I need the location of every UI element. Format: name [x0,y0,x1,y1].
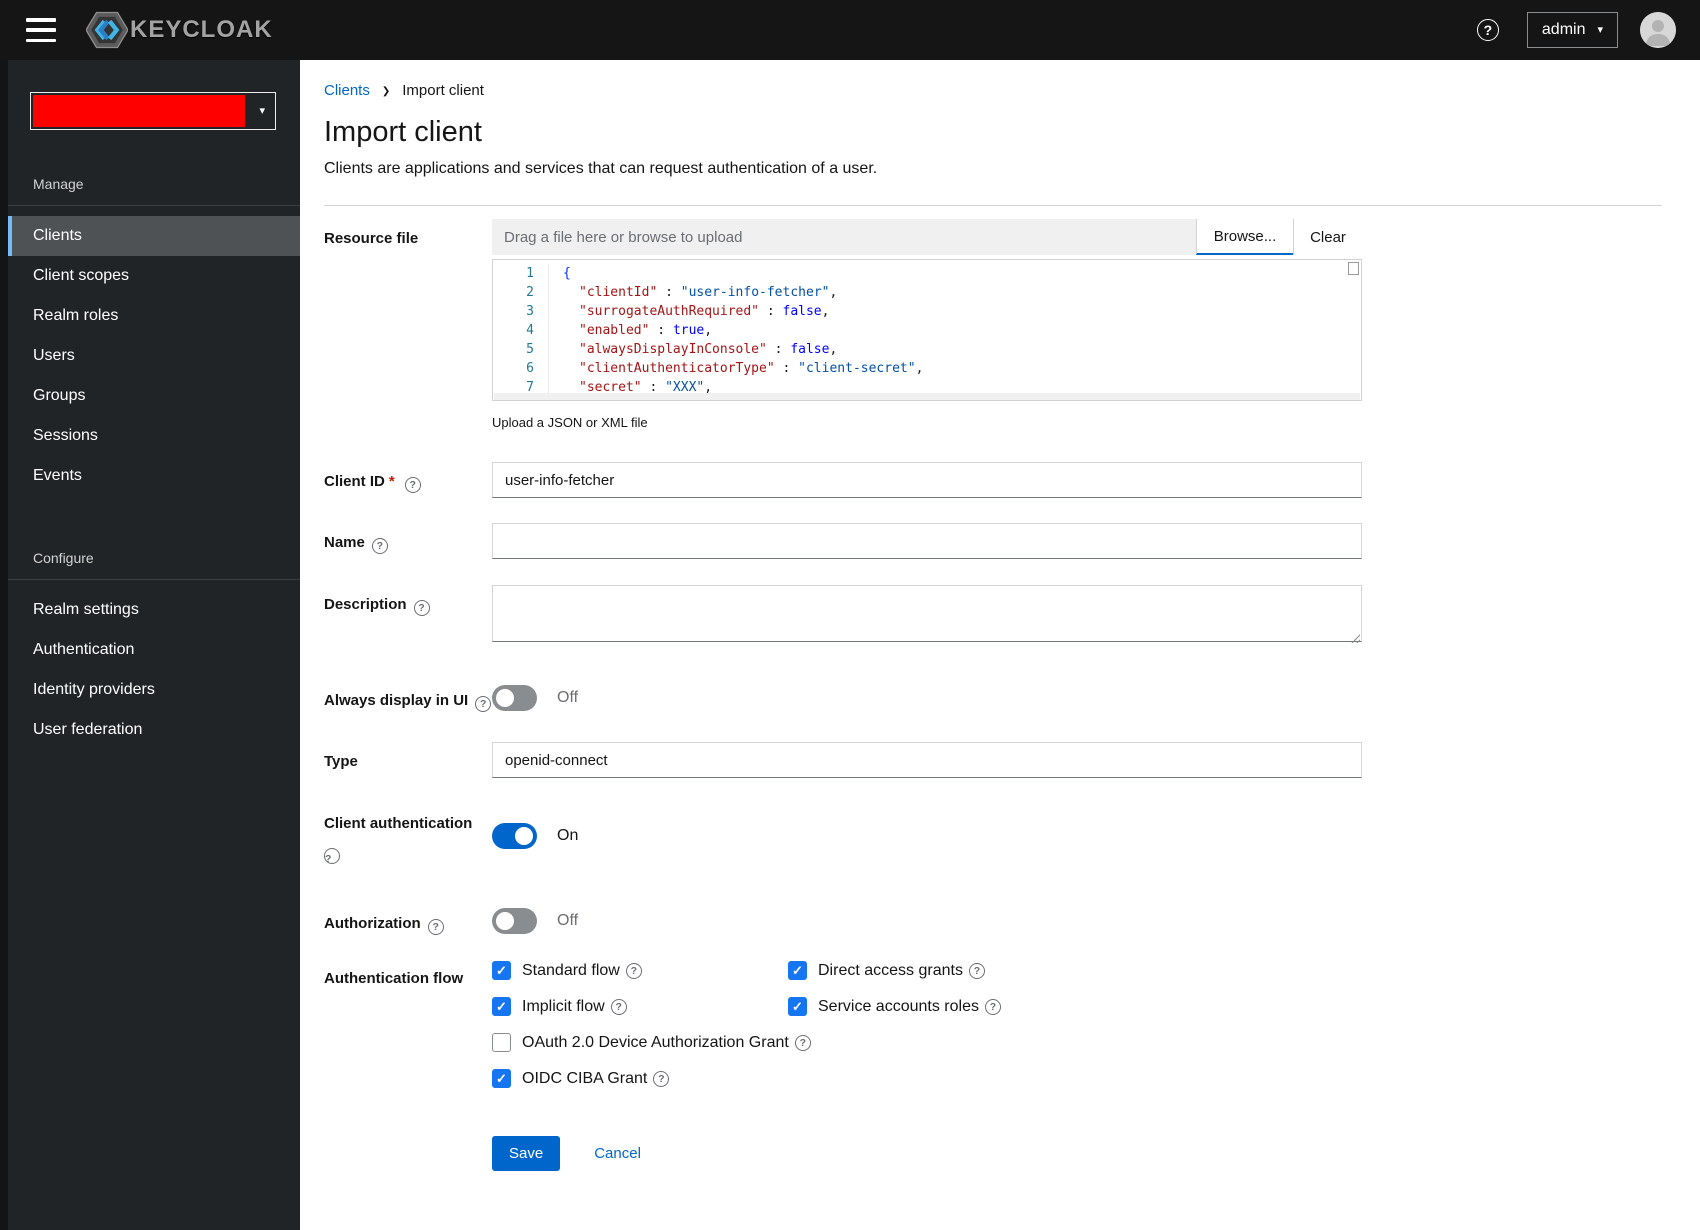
file-upload-input[interactable] [492,219,1196,255]
help-icon[interactable]: ? [1476,19,1499,41]
help-icon[interactable]: ? [413,600,430,616]
authentication-flow-options: ✓ Standard flow ? ✓ Direct access grants… [492,959,1362,1088]
browse-button[interactable]: Browse... [1196,219,1293,255]
checkbox-implicit-flow[interactable]: ✓ Implicit flow ? [492,997,788,1016]
keycloak-logo-icon [86,11,128,49]
sidebar-item-user-federation[interactable]: User federation [8,710,300,750]
help-icon[interactable]: ? [324,848,340,865]
sidebar-item-sessions[interactable]: Sessions [8,416,300,456]
authentication-flow-label: Authentication flow [324,970,464,987]
checkbox-service-accounts-roles[interactable]: ✓ Service accounts roles ? [788,997,1362,1016]
toggle-state-label: Off [557,689,579,706]
resource-file-label: Resource file [324,230,419,247]
description-textarea[interactable] [492,585,1362,642]
help-icon[interactable]: ? [794,1034,811,1051]
nav-heading-manage: Manage [33,176,84,192]
always-display-toggle[interactable] [492,685,537,711]
checkbox-checked-icon[interactable]: ✓ [492,997,511,1016]
checkbox-checked-icon[interactable]: ✓ [788,961,807,980]
chevron-down-icon: ▾ [259,104,265,117]
masthead: KEYCLOAK ? admin ▾ [0,0,1700,60]
breadcrumb-clients-link[interactable]: Clients [324,82,370,99]
required-asterisk: * [388,473,395,490]
toggle-state-label: On [557,826,579,844]
checkbox-checked-icon[interactable]: ✓ [492,961,511,980]
sidebar-item-authentication[interactable]: Authentication [8,630,300,670]
sidebar: ▾ Manage Clients Client scopes Realm rol… [0,60,300,1230]
nav-toggle-button[interactable] [26,18,56,42]
help-icon[interactable]: ? [404,477,421,493]
help-icon[interactable]: ? [968,962,985,979]
breadcrumb: Clients ❯ Import client [324,82,1662,99]
nav-configure-group: Configure Realm settings Authentication … [0,550,300,750]
help-icon[interactable]: ? [371,538,388,554]
sidebar-item-clients[interactable]: Clients [8,216,300,256]
breadcrumb-current: Import client [402,82,484,99]
authorization-label: Authorization? [324,904,492,935]
json-code-editor[interactable]: 1{ 2 "clientId" : "user-info-fetcher", 3 "… [492,259,1362,401]
editor-horizontal-scrollbar[interactable] [494,393,1360,400]
sidebar-item-users[interactable]: Users [8,336,300,376]
client-authentication-label: Client authentication? [324,815,473,865]
nav-heading-configure: Configure [33,550,94,566]
nav-manage-group: Manage Clients Client scopes Realm roles… [0,176,300,496]
code-line: "enabled" : true, [579,323,713,338]
realm-name-redacted [33,95,246,127]
help-icon[interactable]: ? [427,919,444,935]
help-icon[interactable]: ? [610,998,627,1015]
name-input[interactable] [492,523,1362,559]
checkbox-unchecked-icon[interactable] [492,1033,511,1052]
always-display-label: Always display in UI? [324,681,492,712]
help-icon[interactable]: ? [475,696,492,712]
file-upload-group: Browse... Clear [492,219,1362,255]
help-icon[interactable]: ? [984,998,1001,1015]
authorization-toggle[interactable] [492,908,537,934]
sidebar-item-realm-settings[interactable]: Realm settings [8,590,300,630]
person-icon [1640,12,1676,48]
toggle-state-label: Off [557,912,579,929]
chevron-down-icon: ▾ [1597,23,1603,36]
code-line: "clientAuthenticatorType" : "client-secr… [579,361,924,376]
avatar[interactable] [1640,12,1676,48]
sidebar-item-identity-providers[interactable]: Identity providers [8,670,300,710]
user-menu-label: admin [1541,21,1586,38]
cancel-button[interactable]: Cancel [594,1145,641,1162]
chevron-right-icon: ❯ [381,85,391,97]
checkbox-oidc-ciba-grant[interactable]: ✓ OIDC CIBA Grant ? [492,1069,1362,1088]
type-label: Type [324,753,358,770]
client-authentication-toggle[interactable] [492,822,537,849]
checkbox-direct-access-grants[interactable]: ✓ Direct access grants ? [788,961,1362,980]
save-button[interactable]: Save [492,1136,561,1171]
realm-selector[interactable]: ▾ [30,92,276,130]
sidebar-item-groups[interactable]: Groups [8,376,300,416]
page-title: Import client [324,116,482,148]
code-line: "alwaysDisplayInConsole" : false, [579,342,838,357]
type-input[interactable] [492,742,1362,778]
code-line: { [563,266,571,281]
keycloak-logo-text: KEYCLOAK [130,16,273,43]
main-content: Clients ❯ Import client Import client Cl… [300,60,1700,1230]
import-client-form: Resource file Browse... Clear 1{ 2"clien… [324,219,1662,1171]
client-id-label: Client ID *? [324,462,492,498]
sidebar-item-realm-roles[interactable]: Realm roles [8,296,300,336]
user-menu-dropdown[interactable]: admin ▾ [1526,12,1618,48]
editor-vertical-scrollbar[interactable] [1348,262,1359,275]
code-line: "surrogateAuthRequired" : false, [579,304,830,319]
clear-button[interactable]: Clear [1293,219,1362,255]
help-icon[interactable]: ? [625,962,642,979]
checkbox-standard-flow[interactable]: ✓ Standard flow ? [492,961,788,980]
help-icon[interactable]: ? [653,1070,670,1087]
checkbox-oauth-device-grant[interactable]: OAuth 2.0 Device Authorization Grant ? [492,1033,1362,1052]
description-label: Description? [324,585,492,647]
code-line: "clientId" : "user-info-fetcher", [579,285,838,300]
page-subtitle: Clients are applications and services th… [324,160,878,177]
name-label: Name? [324,523,492,559]
sidebar-item-events[interactable]: Events [8,456,300,496]
keycloak-logo: KEYCLOAK [86,10,273,50]
checkbox-checked-icon[interactable]: ✓ [788,997,807,1016]
sidebar-item-client-scopes[interactable]: Client scopes [8,256,300,296]
checkbox-checked-icon[interactable]: ✓ [492,1069,511,1088]
client-id-input[interactable] [492,462,1362,498]
upload-helper-text: Upload a JSON or XML file [492,415,648,430]
